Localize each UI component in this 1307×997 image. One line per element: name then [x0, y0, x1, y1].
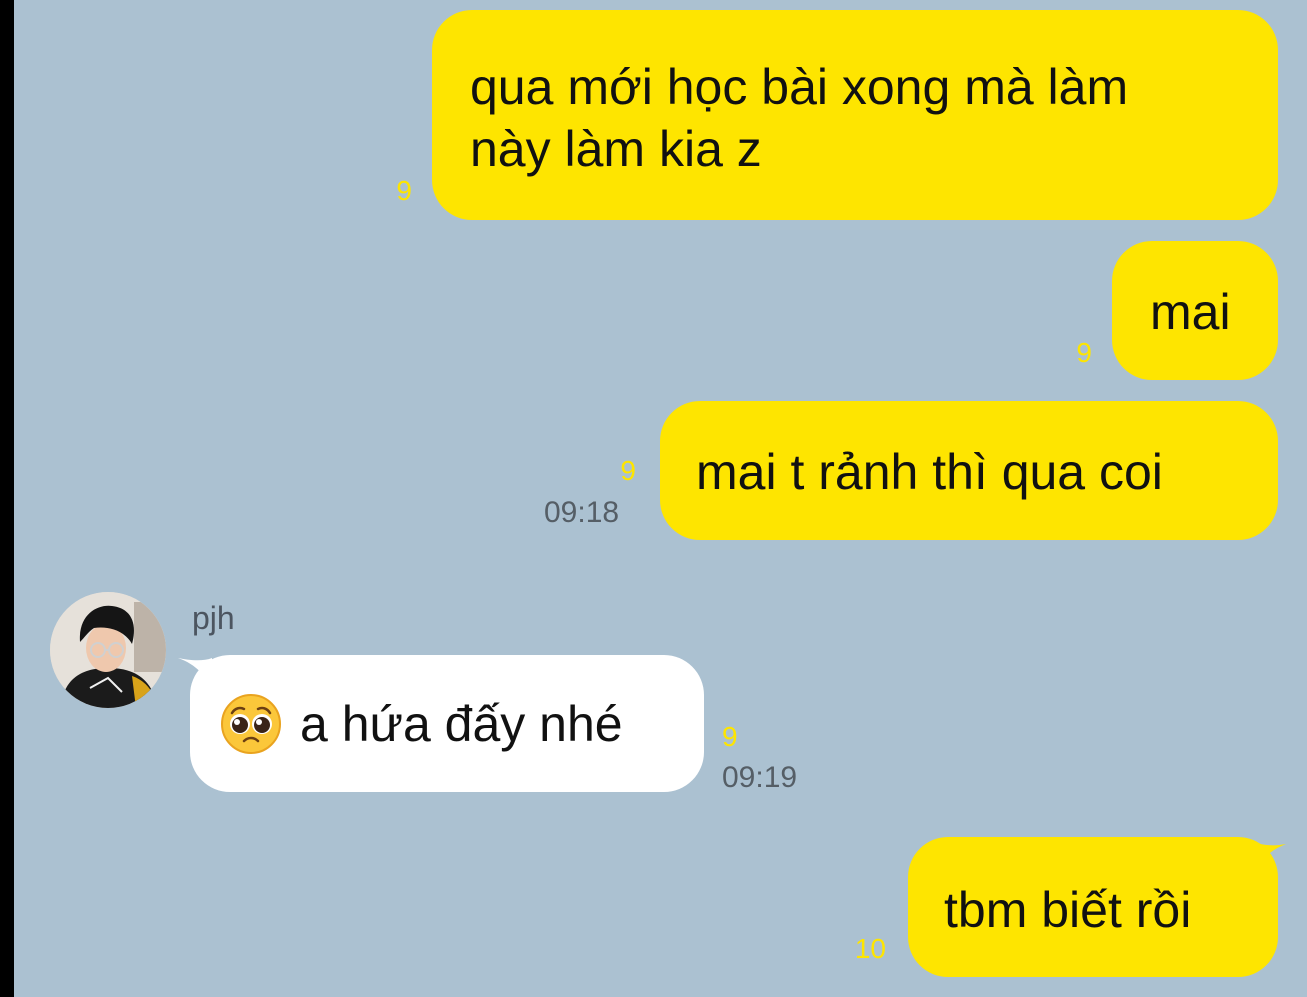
message-timestamp: 09:19 [722, 761, 798, 794]
window-edge [0, 0, 14, 997]
message-bubble-sent[interactable]: mai [1112, 241, 1278, 380]
unread-count: 9 [396, 175, 412, 206]
message-text-line: qua mới học bài xong mà làm [470, 59, 1129, 115]
message-text: mai t rảnh thì qua coi [696, 444, 1163, 500]
message-text: mai [1150, 284, 1231, 340]
pleading-face-icon [221, 693, 281, 754]
unread-count: 9 [1076, 337, 1092, 368]
unread-count: 9 [620, 455, 636, 486]
message-timestamp: 09:18 [544, 496, 620, 529]
message-text: tbm biết rồi [944, 882, 1192, 938]
sender-name: pjh [192, 600, 235, 636]
unread-count: 10 [854, 933, 886, 964]
message-bubble-sent[interactable]: qua mới học bài xong mà làm này làm kia … [432, 10, 1278, 220]
message-text: a hứa đấy nhé [300, 696, 623, 752]
message-bubble-sent[interactable]: mai t rảnh thì qua coi [660, 401, 1278, 540]
message-bubble-received[interactable]: a hứa đấy nhé [190, 655, 704, 792]
sender-avatar[interactable] [50, 592, 166, 708]
unread-count: 9 [722, 721, 738, 752]
message-text-line: này làm kia z [470, 121, 762, 177]
profile-photo-icon [50, 592, 166, 708]
message-bubble-sent[interactable]: tbm biết rồi [908, 837, 1278, 977]
